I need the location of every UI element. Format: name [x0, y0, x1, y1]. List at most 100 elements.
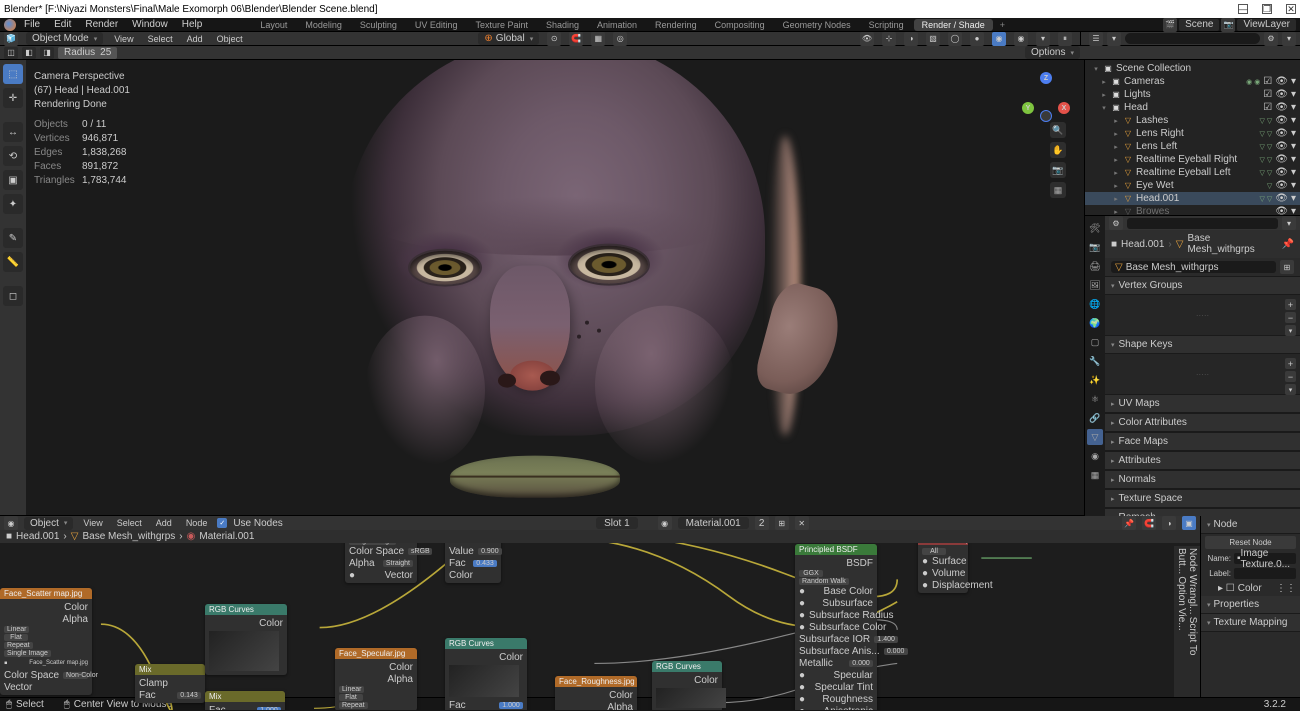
section-shapekeys[interactable]: Shape Keys	[1105, 335, 1300, 354]
snap-icon[interactable]: 🧲	[569, 32, 583, 46]
nmenu-view[interactable]: View	[79, 518, 106, 528]
pin-icon[interactable]: 📌	[1122, 516, 1136, 530]
pin-icon[interactable]: 📌	[1282, 239, 1294, 250]
section-vertexgroups[interactable]: Vertex Groups	[1105, 276, 1300, 295]
shading-dd-icon[interactable]: ▾	[1036, 32, 1050, 46]
tool-measure[interactable]: 📏	[3, 252, 23, 272]
orientation-dropdown[interactable]: ⊕ Global	[478, 32, 539, 45]
menu-file[interactable]: File	[18, 19, 46, 30]
node-editor-icon[interactable]: ◉	[4, 516, 18, 530]
blender-logo-icon[interactable]	[4, 19, 16, 31]
section-attributes[interactable]: Attributes	[1105, 451, 1300, 470]
pause-icon[interactable]: ⏸	[1058, 32, 1072, 46]
outliner-mode-icon[interactable]: ▾	[1107, 32, 1121, 46]
minimize-icon[interactable]: —	[1238, 4, 1248, 14]
ptab-object[interactable]: ▢	[1087, 334, 1103, 350]
outliner-search[interactable]	[1125, 33, 1260, 44]
viewport-3d[interactable]: Camera Perspective (67) Head | Head.001 …	[26, 60, 1084, 515]
backdrop-icon[interactable]: ▣	[1182, 516, 1196, 530]
node-img-scatter[interactable]: Face_Scatter map.jpg Color Alpha Linear …	[0, 588, 92, 695]
nprop-tmap[interactable]: Texture Mapping	[1201, 614, 1300, 632]
vg-remove[interactable]: −	[1285, 312, 1296, 323]
vg-list[interactable]: ····· + − ▾	[1105, 295, 1300, 335]
tab-shading[interactable]: Shading	[538, 19, 587, 31]
ptab-scene[interactable]: 🌐	[1087, 296, 1103, 312]
ptab-data[interactable]: ▽	[1087, 429, 1103, 445]
scene-icon[interactable]: 🎬	[1163, 18, 1177, 32]
outliner[interactable]: ▾▣Scene Collection ▸▣Cameras◉◉☑👁▾ ▸▣Ligh…	[1085, 60, 1300, 215]
slot-dropdown[interactable]: Slot 1	[596, 517, 638, 529]
sk-add[interactable]: +	[1285, 358, 1296, 369]
tab-texturepaint[interactable]: Texture Paint	[467, 19, 536, 31]
material-field[interactable]: Material.001	[678, 517, 749, 529]
filter-icon[interactable]: ⚙	[1264, 32, 1278, 46]
tab-compositing[interactable]: Compositing	[707, 19, 773, 31]
xray-icon[interactable]: ▧	[926, 32, 940, 46]
mat-browse-icon[interactable]: ◉	[658, 516, 672, 530]
tab-add[interactable]: +	[995, 19, 1010, 31]
section-uvmaps[interactable]: UV Maps	[1105, 394, 1300, 413]
ptab-world[interactable]: 🌍	[1087, 315, 1103, 331]
ptab-material[interactable]: ◉	[1087, 448, 1103, 464]
node-mix[interactable]: Mix Clamp Fac0.143	[135, 664, 205, 703]
tool-transform[interactable]: ✦	[3, 194, 23, 214]
sk-list[interactable]: ····· + − ▾	[1105, 354, 1300, 394]
nmenu-add[interactable]: Add	[152, 518, 176, 528]
snap-type-icon[interactable]: ▦	[591, 32, 605, 46]
mat-users[interactable]: 2	[755, 516, 769, 530]
matprev-icon[interactable]: ◉	[992, 32, 1006, 46]
mesh-datablock[interactable]: ▽Base Mesh_withgrps	[1111, 261, 1276, 273]
ptab-texture[interactable]: ▦	[1087, 467, 1103, 483]
overlay2-icon[interactable]: ◑	[1162, 516, 1176, 530]
gizmo-icon[interactable]: ⊹	[882, 32, 896, 46]
tool-select[interactable]: ⬚	[3, 64, 23, 84]
tab-sculpting[interactable]: Sculpting	[352, 19, 405, 31]
maximize-icon[interactable]: ❐	[1262, 4, 1272, 14]
sidebar-labels[interactable]: Node Wrangl... Script To Butt... Option …	[1174, 546, 1200, 710]
tool-annotate[interactable]: ✎	[3, 228, 23, 248]
pan-icon[interactable]: ✋	[1050, 142, 1066, 158]
ptab-tool[interactable]: 🛠	[1087, 220, 1103, 236]
ptab-particle[interactable]: ✨	[1087, 372, 1103, 388]
menu-window[interactable]: Window	[126, 19, 174, 30]
section-texspace[interactable]: Texture Space	[1105, 489, 1300, 508]
node-img-roughness[interactable]: Face_Roughness.jpg Color Alpha	[555, 676, 637, 710]
tab-modeling[interactable]: Modeling	[297, 19, 350, 31]
tool-scale[interactable]: ▣	[3, 170, 23, 190]
tab-rendershade[interactable]: Render / Shade	[914, 19, 993, 31]
node-img-specular[interactable]: Face_Specular.jpg Color Alpha Linear Fla…	[335, 648, 417, 710]
solid-icon[interactable]: ●	[970, 32, 984, 46]
nprop-properties[interactable]: Properties	[1201, 596, 1300, 614]
tool-addcube[interactable]: ◻	[3, 286, 23, 306]
node-label-field[interactable]	[1234, 568, 1296, 579]
tool-rotate[interactable]: ⟲	[3, 146, 23, 166]
menu-help[interactable]: Help	[176, 19, 209, 30]
section-colorattr[interactable]: Color Attributes	[1105, 413, 1300, 432]
nmenu-node[interactable]: Node	[182, 518, 212, 528]
nav-gizmo[interactable]: Z Y X	[1024, 74, 1068, 118]
editor-type-icon[interactable]: 🧊	[4, 32, 18, 46]
snap2-icon[interactable]: 🧲	[1142, 516, 1156, 530]
ptab-constraint[interactable]: 🔗	[1087, 410, 1103, 426]
prop-editor-icon[interactable]: ⚙	[1109, 216, 1123, 230]
node-object-dd[interactable]: Object	[24, 517, 73, 530]
vpmenu-view[interactable]: View	[111, 34, 136, 44]
tool-cursor[interactable]: ✛	[3, 88, 23, 108]
ptab-render[interactable]: 📷	[1087, 239, 1103, 255]
node-rgbcurves2[interactable]: RGB Curves Color Fac1.000	[445, 638, 527, 710]
viewlayer-icon[interactable]: 📷	[1221, 18, 1235, 32]
ptab-view[interactable]: 🖼	[1087, 277, 1103, 293]
vg-add[interactable]: +	[1285, 299, 1296, 310]
section-facemaps[interactable]: Face Maps	[1105, 432, 1300, 451]
menu-render[interactable]: Render	[79, 19, 124, 30]
scene-dropdown[interactable]: Scene	[1179, 19, 1219, 31]
tab-geonodes[interactable]: Geometry Nodes	[775, 19, 859, 31]
mat-new-icon[interactable]: ⊞	[775, 516, 789, 530]
prop-search[interactable]	[1127, 218, 1278, 229]
tool-move[interactable]: ↔	[3, 122, 23, 142]
vis-icon[interactable]: 👁	[860, 32, 874, 46]
datablock-btn[interactable]: ⊞	[1280, 260, 1294, 274]
zoom-icon[interactable]: 🔍	[1050, 122, 1066, 138]
wire-icon[interactable]: ◯	[948, 32, 962, 46]
sk-remove[interactable]: −	[1285, 371, 1296, 382]
